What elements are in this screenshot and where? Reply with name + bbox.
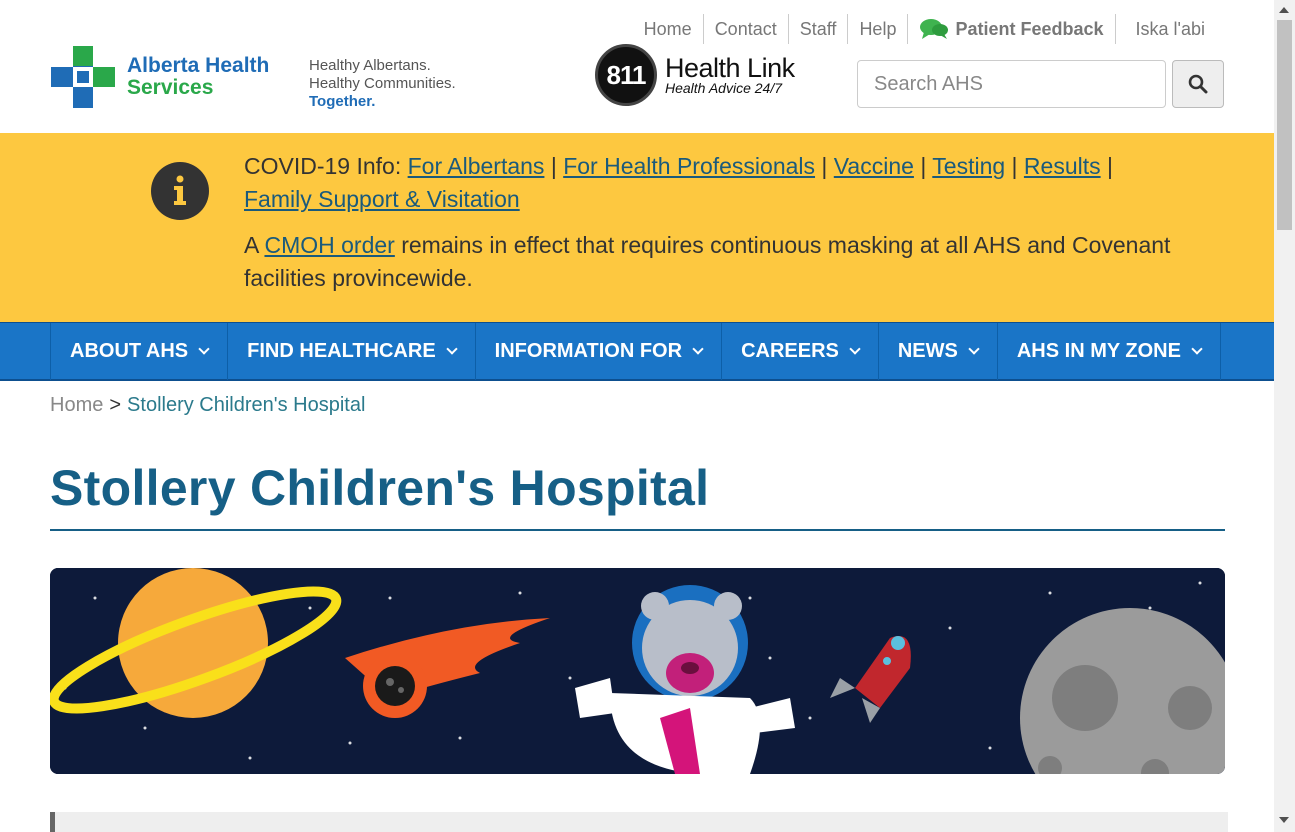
nav-label: FIND HEALTHCARE bbox=[247, 340, 436, 362]
search-button[interactable] bbox=[1172, 60, 1224, 108]
alert-covid-links: COVID-19 Info: For Albertans | For Healt… bbox=[244, 150, 1184, 216]
vertical-scrollbar[interactable] bbox=[1274, 0, 1295, 832]
breadcrumb-home[interactable]: Home bbox=[50, 394, 103, 416]
tagline-line3: Together. bbox=[309, 93, 376, 110]
alert-link-albertans[interactable]: For Albertans bbox=[408, 153, 545, 179]
chevron-down-icon bbox=[968, 343, 980, 355]
health-link-number: 811 bbox=[595, 44, 657, 106]
alert-link-cmoh-order[interactable]: CMOH order bbox=[264, 232, 394, 258]
info-icon bbox=[151, 162, 209, 220]
alert-separator: | bbox=[920, 153, 927, 179]
logo-line2: Services bbox=[127, 76, 214, 99]
patient-feedback-link[interactable]: Patient Feedback bbox=[907, 14, 1114, 44]
nav-about-ahs[interactable]: ABOUT AHS bbox=[50, 323, 227, 380]
alert-link-results[interactable]: Results bbox=[1024, 153, 1101, 179]
tagline-line1: Healthy Albertans. bbox=[309, 57, 431, 74]
alert-separator: | bbox=[1107, 153, 1113, 179]
nav-information-for[interactable]: INFORMATION FOR bbox=[474, 323, 721, 380]
scroll-down-arrow-icon[interactable] bbox=[1279, 817, 1289, 823]
breadcrumb: Home > Stollery Children's Hospital bbox=[50, 394, 365, 417]
nav-label: NEWS bbox=[897, 340, 958, 362]
chat-bubbles-icon bbox=[920, 19, 949, 39]
nav-label: CAREERS bbox=[741, 340, 839, 362]
ahs-cross-icon bbox=[51, 46, 115, 108]
nav-label: INFORMATION FOR bbox=[494, 340, 683, 362]
chevron-down-icon bbox=[198, 343, 210, 355]
tagline: Healthy Albertans. Healthy Communities. … bbox=[309, 57, 456, 111]
util-home-link[interactable]: Home bbox=[633, 14, 703, 44]
alert-link-testing[interactable]: Testing bbox=[932, 153, 1005, 179]
nav-find-healthcare[interactable]: FIND HEALTHCARE bbox=[227, 323, 475, 380]
alert-link-family-support[interactable]: Family Support & Visitation bbox=[244, 186, 520, 212]
nav-news[interactable]: NEWS bbox=[877, 323, 997, 380]
ahs-logo[interactable]: Alberta Health Services bbox=[51, 46, 269, 108]
search-input[interactable] bbox=[857, 60, 1166, 108]
nav-label: AHS IN MY ZONE bbox=[1016, 340, 1181, 362]
site-header: Home Contact Staff Help Patient Feedback… bbox=[0, 0, 1274, 133]
search-form bbox=[857, 60, 1224, 108]
utility-nav: Home Contact Staff Help Patient Feedback… bbox=[633, 14, 1216, 44]
page-title: Stollery Children's Hospital bbox=[50, 460, 710, 516]
nav-label: ABOUT AHS bbox=[70, 340, 189, 362]
space-illustration bbox=[50, 568, 1225, 774]
util-staff-link[interactable]: Staff bbox=[787, 14, 848, 44]
util-help-link[interactable]: Help bbox=[847, 14, 907, 44]
main-nav: ABOUT AHS FIND HEALTHCARE INFORMATION FO… bbox=[0, 322, 1274, 381]
chevron-down-icon bbox=[446, 343, 458, 355]
health-link-logo[interactable]: 811 Health Link Health Advice 24/7 bbox=[595, 44, 795, 106]
info-callout-box bbox=[50, 812, 1228, 832]
alert-prefix: COVID-19 Info: bbox=[244, 153, 402, 179]
chevron-down-icon bbox=[1191, 343, 1203, 355]
alert-link-professionals[interactable]: For Health Professionals bbox=[563, 153, 815, 179]
util-contact-link[interactable]: Contact bbox=[702, 14, 788, 44]
feedback-label: Patient Feedback bbox=[955, 19, 1104, 39]
tagline-line2: Healthy Communities. bbox=[309, 75, 456, 92]
health-link-subtitle: Health Advice 24/7 bbox=[665, 80, 782, 96]
chevron-down-icon bbox=[692, 343, 704, 355]
logo-line1: Alberta Health bbox=[127, 54, 270, 77]
nav-ahs-in-my-zone[interactable]: AHS IN MY ZONE bbox=[996, 323, 1221, 380]
breadcrumb-current: Stollery Children's Hospital bbox=[127, 394, 366, 416]
scroll-up-arrow-icon[interactable] bbox=[1279, 7, 1289, 13]
title-divider bbox=[50, 529, 1225, 531]
scrollbar-thumb[interactable] bbox=[1277, 20, 1292, 230]
health-link-title: Health Link bbox=[665, 53, 795, 83]
alert-separator: | bbox=[550, 153, 557, 179]
alert-masking-notice: A CMOH order remains in effect that requ… bbox=[244, 229, 1184, 295]
alert-separator: | bbox=[821, 153, 828, 179]
alert-text: COVID-19 Info: For Albertans | For Healt… bbox=[244, 150, 1184, 295]
alert-p2-start: A bbox=[244, 232, 259, 258]
search-icon bbox=[1188, 74, 1208, 94]
space-banner-image bbox=[50, 568, 1225, 774]
alert-separator: | bbox=[1011, 153, 1018, 179]
language-link[interactable]: Iska l'abi bbox=[1114, 14, 1216, 44]
breadcrumb-separator: > bbox=[109, 394, 122, 416]
chevron-down-icon bbox=[849, 343, 861, 355]
nav-careers[interactable]: CAREERS bbox=[721, 323, 878, 380]
alert-link-vaccine[interactable]: Vaccine bbox=[834, 153, 914, 179]
